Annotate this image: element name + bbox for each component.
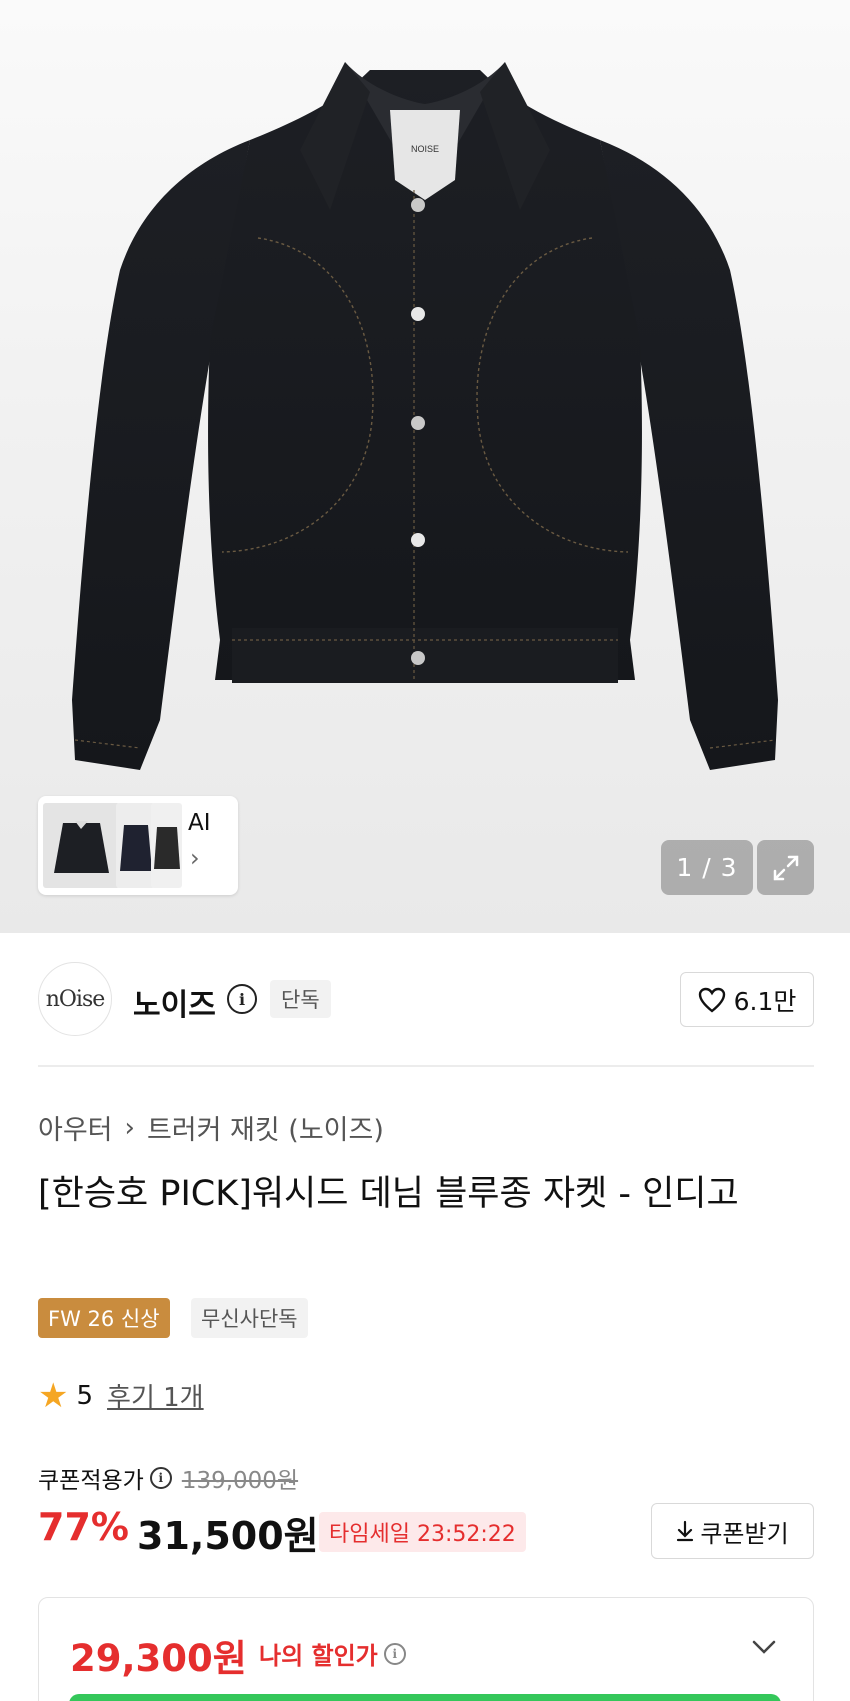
rating-score: 5 (76, 1380, 94, 1411)
star-icon: ★ (38, 1375, 69, 1416)
product-image: NOISE (72, 62, 778, 770)
my-price-panel[interactable]: 29,300원 나의 할인가 i (38, 1597, 814, 1701)
sale-price: 31,500원 (137, 1514, 319, 1558)
brand-name[interactable]: 노이즈 (133, 980, 216, 1024)
info-icon[interactable]: i (149, 1467, 172, 1489)
chevron-right-icon: › (190, 844, 200, 872)
thumbnail-2[interactable] (116, 803, 155, 888)
image-counter: 1 / 3 (661, 840, 753, 895)
info-icon[interactable]: i (383, 1642, 406, 1665)
download-icon (677, 1520, 694, 1542)
exclusive-badge: 무신사단독 (191, 1298, 308, 1338)
divider (38, 1065, 814, 1067)
like-count: 6.1만 (733, 986, 797, 1016)
brand-logo[interactable]: nOise (38, 962, 112, 1036)
my-price-label: 나의 할인가 (259, 1642, 378, 1670)
product-title: [한승호 PICK]워시드 데님 블루종 자켓 - 인디고 (38, 1174, 739, 1214)
like-button[interactable]: 6.1만 (680, 972, 814, 1027)
discount-rate: 77% (38, 1505, 129, 1549)
rating: ★ 5 후기 1개 (38, 1377, 204, 1414)
my-price-label-row: 나의 할인가 i (259, 1636, 406, 1671)
breadcrumb-category[interactable]: 아우터 (38, 1108, 113, 1147)
coupon-price-label: 쿠폰적용가 (38, 1468, 144, 1494)
coupon-button-label: 쿠폰받기 (700, 1519, 789, 1548)
info-icon[interactable]: i (227, 984, 257, 1014)
thumbnail-strip[interactable]: AI › (38, 796, 238, 895)
breadcrumb: 아우터 › 트러커 재킷 (노이즈) (38, 1108, 384, 1147)
ai-label: AI (188, 810, 211, 836)
review-link[interactable]: 후기 1개 (107, 1377, 204, 1414)
expand-icon (773, 855, 798, 880)
breadcrumb-subcategory[interactable]: 트러커 재킷 (노이즈) (147, 1108, 384, 1147)
chevron-right-icon: › (124, 1112, 135, 1143)
chevron-down-icon[interactable] (749, 1632, 779, 1662)
heart-icon (698, 987, 725, 1013)
svg-text:NOISE: NOISE (411, 144, 439, 154)
coupon-download-button[interactable]: 쿠폰받기 (651, 1503, 814, 1559)
thumbnail-3[interactable] (151, 803, 182, 888)
expand-button[interactable] (757, 840, 814, 895)
product-image-gallery[interactable]: NOISE AI › 1 / 3 (0, 0, 850, 933)
thumbnail-1[interactable] (43, 803, 120, 888)
time-sale-badge: 타임세일 23:52:22 (319, 1512, 526, 1552)
purchase-button-edge[interactable] (69, 1694, 781, 1701)
original-price: 139,000원 (181, 1468, 299, 1494)
my-price: 29,300원 (70, 1637, 247, 1680)
exclusive-tag: 단독 (270, 980, 331, 1018)
new-season-badge: FW 26 신상 (38, 1298, 170, 1338)
coupon-price-row: 쿠폰적용가 i 139,000원 (38, 1461, 298, 1495)
